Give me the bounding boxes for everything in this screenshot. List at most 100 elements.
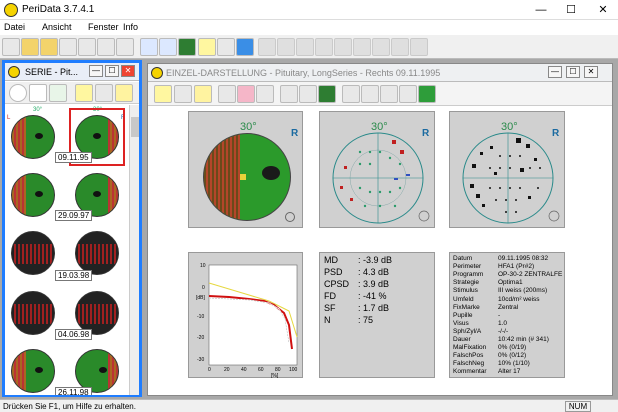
program-7-icon[interactable] <box>391 38 409 56</box>
psd-label: PSD <box>324 267 343 277</box>
series-star-icon[interactable] <box>115 84 133 102</box>
color-map-panel: 30° R <box>188 111 303 228</box>
main-minimize-button[interactable]: — <box>548 66 562 78</box>
tile-horizontal-icon[interactable] <box>159 38 177 56</box>
move-icon[interactable] <box>380 85 398 103</box>
zoom-out-icon[interactable] <box>361 85 379 103</box>
program-1-icon[interactable] <box>277 38 295 56</box>
zoom-in-icon[interactable] <box>342 85 360 103</box>
symbols-plot[interactable] <box>450 112 566 229</box>
vf-thumb-left-4[interactable] <box>11 291 55 335</box>
series-close-button[interactable]: ✕ <box>121 65 135 77</box>
bebie-curve-panel: 10 0 [dB] -10 -20 -30 0 20 40 60 80 100 … <box>188 252 304 379</box>
menu-info[interactable]: Info <box>123 22 138 32</box>
series-print-icon[interactable] <box>95 84 113 102</box>
symbols-panel: 30° R <box>449 111 565 228</box>
close-button[interactable]: ✕ <box>588 0 618 20</box>
app-titlebar: PeriData 3.7.4.1 — ☐ ✕ <box>0 0 618 20</box>
values-icon[interactable] <box>256 85 274 103</box>
help-icon[interactable] <box>198 38 216 56</box>
both-eyes-icon[interactable] <box>29 84 47 102</box>
menu-ansicht[interactable]: Ansicht <box>42 22 72 32</box>
date-label-1: 09.11.95 <box>55 152 92 163</box>
context-help-icon[interactable] <box>217 38 235 56</box>
device-icon[interactable] <box>258 38 276 56</box>
menu-fenster[interactable]: Fenster <box>88 22 119 32</box>
program-2-icon[interactable] <box>296 38 314 56</box>
info-key: Perimeter <box>453 263 482 271</box>
program-6-icon[interactable] <box>372 38 390 56</box>
scrollbar-thumb[interactable] <box>131 117 139 137</box>
info-key: Sph/Zyl/A <box>453 327 482 335</box>
curve-y-0: 0 <box>202 285 205 291</box>
info-key: Programm <box>453 271 484 279</box>
info-value: - <box>498 311 501 319</box>
info-value: -/-/- <box>498 327 509 335</box>
values-plot[interactable] <box>320 112 436 229</box>
view-star-icon[interactable] <box>194 85 212 103</box>
series-window-caption: SERIE - Pit... — ☐ ✕ <box>5 63 139 81</box>
vf-thumb-left-3[interactable] <box>11 231 55 275</box>
globe-icon[interactable] <box>236 38 254 56</box>
info-key: MalFixation <box>453 344 487 352</box>
export-icon[interactable] <box>78 38 96 56</box>
color-map-field[interactable] <box>203 133 291 221</box>
series-maximize-button[interactable]: ☐ <box>105 65 119 77</box>
import-icon[interactable] <box>59 38 77 56</box>
menu-datei[interactable]: Datei <box>4 22 25 32</box>
series-scrollbar[interactable] <box>129 105 139 395</box>
maximize-button[interactable]: ☐ <box>556 0 586 20</box>
main-maximize-button[interactable]: ☐ <box>566 66 580 78</box>
open-series-icon[interactable] <box>40 38 58 56</box>
series-l-label: L <box>7 115 11 121</box>
cascade-icon[interactable] <box>178 38 196 56</box>
navigate-icon[interactable] <box>49 84 67 102</box>
info-value: 0% (0/19) <box>498 344 527 352</box>
date-label-2: 29.09.97 <box>55 210 93 221</box>
grid-icon[interactable] <box>280 85 298 103</box>
series-help-icon[interactable] <box>75 84 93 102</box>
document-icon[interactable] <box>97 38 115 56</box>
curve-x-unit: [%] <box>271 373 279 379</box>
tile-vertical-icon[interactable] <box>140 38 158 56</box>
series-minimize-button[interactable]: — <box>89 65 103 77</box>
info-value: 10% (1/10) <box>498 360 530 368</box>
view-help-icon[interactable] <box>154 85 172 103</box>
3d-icon[interactable] <box>318 85 336 103</box>
view-toolbar <box>148 82 612 106</box>
vf-thumb-right-3[interactable] <box>75 231 119 275</box>
new-icon[interactable] <box>2 38 20 56</box>
curve-y-minus10: -10 <box>197 314 205 320</box>
n-label: N <box>324 315 331 325</box>
global-indices-panel: MD: -3.9 dB PSD: 4.3 dB CPSD: 3.9 dB FD:… <box>319 252 435 378</box>
info-value: 10:42 min (# 341) <box>498 336 549 343</box>
main-close-button[interactable]: ✕ <box>584 66 598 78</box>
bebie-curve-plot[interactable] <box>189 253 304 379</box>
program-3-icon[interactable] <box>315 38 333 56</box>
color-map-icon[interactable] <box>237 85 255 103</box>
info-key: FixMarke <box>453 303 480 311</box>
program-4-icon[interactable] <box>334 38 352 56</box>
status-text: Drücken Sie F1, um Hilfe zu erhalten. <box>3 402 136 411</box>
defect-band <box>204 134 240 220</box>
series-thumbnail-list[interactable]: 30° 30° L R 09.11.95 29.09.97 19.03.98 0… <box>5 105 129 395</box>
run-icon[interactable] <box>410 38 428 56</box>
open-folder-icon[interactable] <box>21 38 39 56</box>
print-icon[interactable] <box>116 38 134 56</box>
vf-thumb-left-1[interactable] <box>11 115 55 159</box>
info-value: 09.11.1995 08:32 <box>498 255 549 262</box>
minimize-button[interactable]: — <box>526 0 556 20</box>
series-window-icon <box>8 66 20 78</box>
hill-icon[interactable] <box>299 85 317 103</box>
diagonal-icon[interactable] <box>418 85 436 103</box>
program-5-icon[interactable] <box>353 38 371 56</box>
vf-thumb-left-2[interactable] <box>11 173 55 217</box>
vf-thumb-left-5[interactable] <box>11 349 55 393</box>
info-key: Datum <box>453 255 473 262</box>
md-label: MD <box>324 255 338 265</box>
info-value: III weiss (200ms) <box>498 287 548 295</box>
single-view-icon[interactable] <box>9 84 27 102</box>
grayscale-icon[interactable] <box>218 85 236 103</box>
view-print-icon[interactable] <box>174 85 192 103</box>
half-icon[interactable] <box>399 85 417 103</box>
